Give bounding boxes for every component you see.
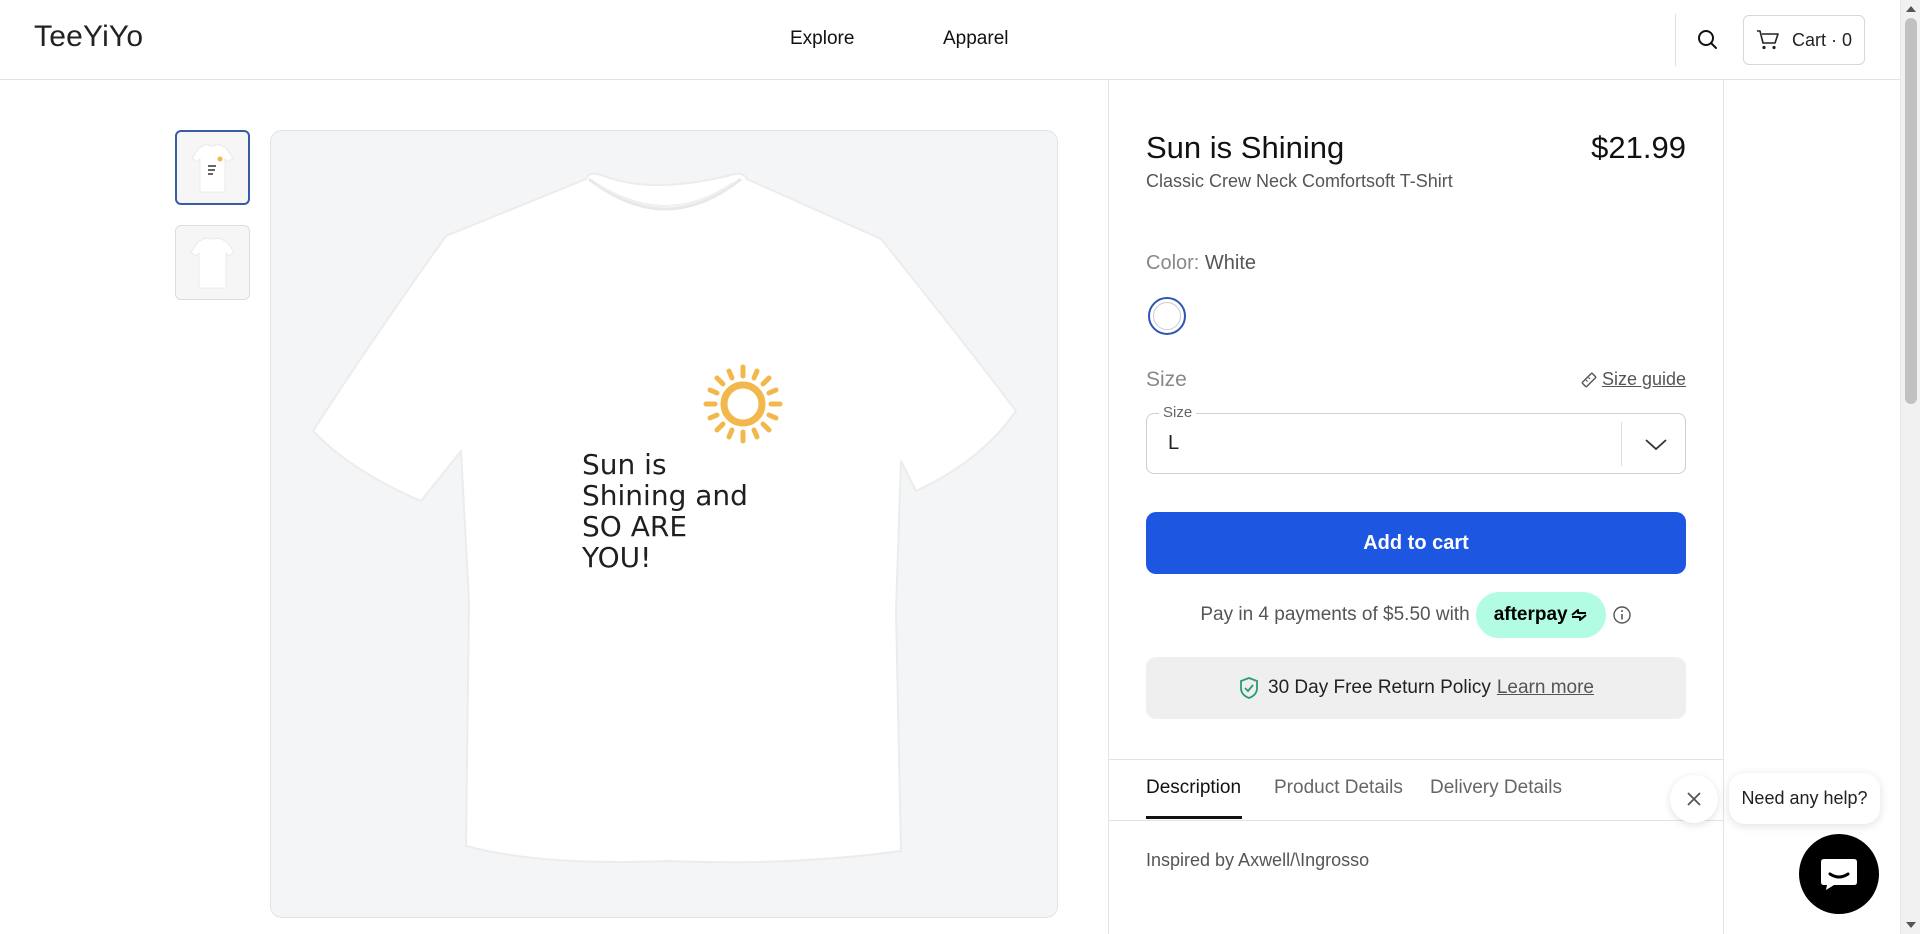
size-guide-link[interactable]: Size guide [1577, 369, 1686, 390]
close-icon [1687, 792, 1701, 806]
thumbnail-back[interactable] [175, 225, 250, 300]
cart-icon [1757, 30, 1779, 50]
afterpay-text: Pay in 4 payments of $5.50 with [1200, 604, 1470, 625]
search-icon [1698, 30, 1717, 49]
tabs-top-border [1108, 759, 1723, 760]
size-guide-text: Size guide [1601, 369, 1686, 389]
search-button[interactable] [1695, 27, 1721, 53]
tab-product-details[interactable]: Product Details [1274, 777, 1403, 799]
cart-button[interactable]: Cart · 0 [1743, 15, 1865, 65]
site-header: TeeYiYo Explore Apparel Cart · 0 [0, 0, 1900, 80]
scroll-up-arrow[interactable] [1906, 6, 1916, 12]
active-tab-indicator [1146, 816, 1242, 819]
nav-explore[interactable]: Explore [790, 28, 854, 50]
size-select-divider [1621, 422, 1622, 466]
scrollbar-thumb[interactable] [1905, 18, 1917, 404]
page-scrollbar[interactable] [1900, 0, 1920, 934]
color-value: White [1204, 252, 1257, 274]
chat-icon [1821, 859, 1857, 890]
size-select-value: L [1168, 432, 1180, 454]
afterpay-logo-icon [1570, 609, 1587, 621]
thumbnail-back-image [190, 237, 235, 289]
size-select[interactable]: Size L [1146, 404, 1686, 474]
product-title: Sun is Shining [1146, 130, 1345, 165]
ruler-icon [1581, 372, 1597, 387]
tab-delivery-details[interactable]: Delivery Details [1430, 777, 1562, 799]
return-policy-text: 30 Day Free Return Policy [1268, 677, 1491, 698]
chat-help-bubble[interactable]: Need any help? [1729, 773, 1880, 824]
header-divider [1675, 14, 1676, 66]
learn-more-link[interactable]: Learn more [1497, 677, 1594, 699]
tab-description[interactable]: Description [1146, 777, 1241, 799]
size-label: Size [1146, 368, 1187, 391]
add-to-cart-button[interactable]: Add to cart [1146, 512, 1686, 574]
thumbnail-front-image [191, 143, 234, 193]
panel-divider-right [1723, 80, 1724, 934]
cart-label: Cart · 0 [1792, 29, 1853, 50]
afterpay-brand: afterpay [1493, 604, 1568, 625]
product-subtitle: Classic Crew Neck Comfortsoft T-Shirt [1146, 171, 1453, 191]
color-swatch-fill [1153, 302, 1181, 330]
thumbnail-front[interactable] [175, 130, 250, 205]
color-label-text: Color: [1146, 252, 1200, 274]
panel-divider-left [1108, 80, 1109, 934]
chevron-down-icon [1645, 439, 1667, 451]
site-logo[interactable]: TeeYiYo [34, 20, 143, 54]
shirt-print-text: Sun is Shining and SO ARE YOU! [582, 448, 748, 574]
shield-check-icon [1240, 677, 1258, 699]
info-icon[interactable] [1612, 605, 1632, 625]
chat-close-button[interactable] [1670, 775, 1718, 823]
chat-launcher-button[interactable] [1799, 834, 1879, 914]
return-policy-box: 30 Day Free Return Policy Learn more [1146, 657, 1686, 719]
afterpay-badge[interactable]: afterpay [1475, 592, 1606, 638]
tabs-bottom-border [1108, 820, 1723, 821]
color-label: Color: White [1146, 252, 1256, 275]
color-swatch-white[interactable] [1148, 297, 1186, 335]
description-text: Inspired by Axwell/\Ingrosso [1146, 850, 1370, 870]
scroll-down-arrow[interactable] [1906, 922, 1916, 928]
product-image[interactable]: Sun is Shining and SO ARE YOU! [270, 130, 1058, 918]
product-price: $21.99 [1591, 130, 1686, 165]
afterpay-row: Pay in 4 payments of $5.50 with afterpay [1146, 592, 1686, 638]
nav-apparel[interactable]: Apparel [943, 28, 1009, 50]
size-select-label: Size [1159, 404, 1197, 421]
